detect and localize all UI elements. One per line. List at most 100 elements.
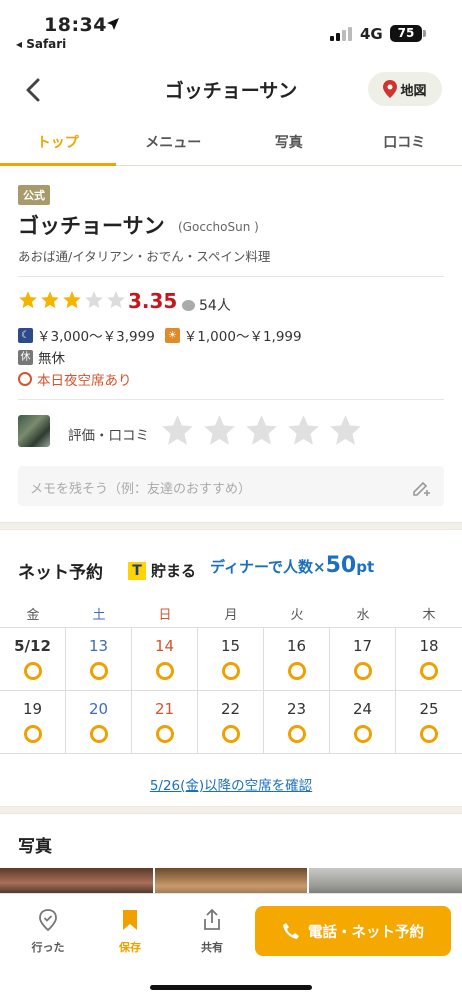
- calendar-date: 17: [352, 637, 373, 655]
- available-circle-icon: [288, 662, 306, 680]
- tab-menu[interactable]: メニュー: [116, 122, 232, 165]
- lunch-price: ￥1,000～￥1,999: [183, 329, 302, 345]
- calendar-weekdays: 金 土 日 月 火 水 木: [0, 604, 462, 623]
- holiday-text: 無休: [38, 351, 65, 367]
- dinner-points-value: 50: [325, 553, 357, 578]
- star-outline-icon[interactable]: [286, 413, 321, 448]
- status-bar: 18:34 ◂ Safari 4G 75: [0, 0, 462, 56]
- shop-genre: あおば通/イタリアン・おでん・スペイン料理: [18, 249, 271, 264]
- reservation-calendar: 5/12 13 14 15 16 17 18 19 20 21 22 23 24…: [0, 627, 462, 754]
- calendar-date: 13: [88, 637, 109, 655]
- calendar-day[interactable]: 18: [396, 628, 462, 690]
- status-time: 18:34: [44, 14, 107, 36]
- photos-title: 写真: [18, 837, 52, 857]
- call-reserve-label: 電話・ネット予約: [308, 924, 424, 941]
- star-empty-icon: [107, 291, 125, 309]
- cellular-signal-icon: [330, 27, 354, 41]
- weekday: 水: [356, 608, 370, 623]
- battery-icon: 75: [390, 25, 422, 42]
- phone-icon: [283, 923, 299, 939]
- weekday: 木: [422, 608, 436, 623]
- available-circle-icon: [24, 662, 42, 680]
- calendar-day[interactable]: 17: [330, 628, 396, 690]
- avatar[interactable]: [18, 415, 50, 447]
- price-row: ☾ ￥3,000～￥3,999 ☀ ￥1,000～￥1,999: [18, 325, 302, 345]
- map-button-label: 地図: [400, 83, 427, 99]
- battery-cap: [423, 30, 426, 37]
- calendar-day[interactable]: 24: [330, 691, 396, 753]
- shop-name-roman: (GocchoSun ): [178, 220, 259, 234]
- weekday: 月: [224, 608, 238, 623]
- call-reserve-button[interactable]: 電話・ネット予約: [255, 906, 451, 956]
- calendar-date: 25: [419, 700, 439, 718]
- save-label: 保存: [119, 941, 141, 954]
- calendar-day[interactable]: 21: [132, 691, 198, 753]
- memo-input[interactable]: メモを残そう（例：友達のおすすめ）: [18, 466, 444, 506]
- holiday-badge: 休: [18, 349, 33, 365]
- calendar-date: 23: [286, 700, 307, 718]
- dinner-points-prefix: ディナーで人数×: [210, 558, 326, 576]
- calendar-day[interactable]: 22: [198, 691, 264, 753]
- rating-stars: [18, 290, 126, 310]
- weekday: 土: [92, 608, 106, 623]
- tpoint-icon: T: [128, 561, 146, 580]
- star-outline-icon[interactable]: [202, 413, 237, 448]
- calendar-day[interactable]: 16: [264, 628, 330, 690]
- weekday: 日: [158, 608, 172, 623]
- calendar-day[interactable]: 20: [66, 691, 132, 753]
- check-later-availability-link[interactable]: 5/26(金)以降の空席を確認: [0, 774, 462, 794]
- save-button[interactable]: 保存: [100, 908, 160, 955]
- calendar-week: 19 20 21 22 23 24 25: [0, 691, 462, 754]
- reservation-title: ネット予約: [18, 563, 103, 583]
- calendar-date: 15: [220, 637, 241, 655]
- holiday-row: 休 無休: [18, 347, 65, 367]
- star-filled-icon: [63, 291, 81, 309]
- tab-photos[interactable]: 写真: [231, 122, 347, 165]
- calendar-date: 16: [286, 637, 307, 655]
- visited-button[interactable]: 行った: [18, 908, 78, 955]
- calendar-day[interactable]: 14: [132, 628, 198, 690]
- availability-row: 本日夜空席あり: [18, 369, 132, 389]
- shop-name: ゴッチョーサン: [18, 214, 165, 238]
- back-to-safari[interactable]: ◂ Safari: [16, 37, 66, 51]
- calendar-date: 20: [88, 700, 109, 718]
- available-circle-icon: [354, 725, 372, 743]
- my-rating-stars: [160, 413, 363, 448]
- calendar-date: 21: [154, 700, 175, 718]
- home-indicator: [150, 985, 312, 990]
- available-circle-icon: [420, 725, 438, 743]
- available-circle-icon: [24, 725, 42, 743]
- review-count[interactable]: 54人: [182, 295, 231, 315]
- calendar-day[interactable]: 19: [0, 691, 66, 753]
- map-button[interactable]: 地図: [368, 72, 442, 106]
- available-circle-icon: [156, 725, 174, 743]
- memo-placeholder: メモを残そう（例：友達のおすすめ）: [30, 482, 252, 497]
- share-button[interactable]: 共有: [182, 908, 242, 955]
- star-filled-icon: [19, 291, 37, 309]
- tpoint-label: T 貯まる: [128, 560, 196, 581]
- calendar-day[interactable]: 23: [264, 691, 330, 753]
- tab-top[interactable]: トップ: [0, 122, 116, 166]
- calendar-day[interactable]: 25: [396, 691, 462, 753]
- visited-label: 行った: [31, 941, 65, 954]
- moon-icon: ☾: [18, 327, 33, 343]
- calendar-day[interactable]: 15: [198, 628, 264, 690]
- calendar-week: 5/12 13 14 15 16 17 18: [0, 628, 462, 691]
- star-filled-icon: [41, 291, 59, 309]
- available-circle-icon: [420, 662, 438, 680]
- tab-reviews[interactable]: 口コミ: [347, 122, 462, 165]
- star-outline-icon[interactable]: [244, 413, 279, 448]
- dinner-price: ￥3,000～￥3,999: [37, 329, 155, 345]
- star-outline-icon[interactable]: [160, 413, 195, 448]
- divider: [18, 276, 444, 277]
- calendar-date: 22: [220, 700, 241, 718]
- calendar-day[interactable]: 13: [66, 628, 132, 690]
- calendar-date: 19: [22, 700, 43, 718]
- available-circle-icon: [222, 725, 240, 743]
- tpoint-text: 貯まる: [151, 562, 197, 580]
- section-divider: [0, 522, 462, 530]
- bookmark-icon: [123, 910, 137, 930]
- star-outline-icon[interactable]: [328, 413, 363, 448]
- location-arrow-icon: [107, 18, 119, 30]
- calendar-day[interactable]: 5/12: [0, 628, 66, 690]
